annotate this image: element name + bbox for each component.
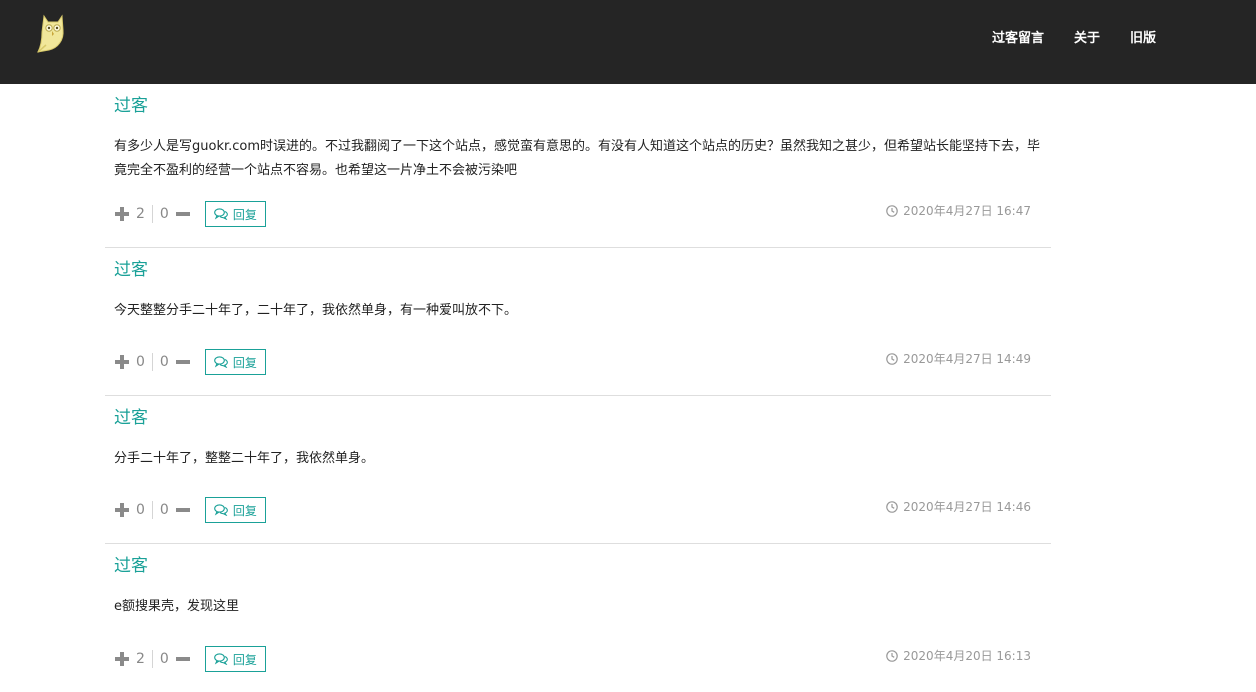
- minus-icon: [175, 503, 190, 517]
- vote-divider: [151, 353, 153, 371]
- comment-item: 过客 分手二十年了，整整二十年了，我依然单身。 0 0 回复 2020年4月27…: [105, 396, 1051, 544]
- nav-link-about[interactable]: 关于: [1074, 30, 1100, 48]
- clock-icon: [886, 352, 898, 365]
- reply-label: 回复: [232, 355, 257, 370]
- comment-content: 分手二十年了，整整二十年了，我依然单身。: [114, 451, 375, 466]
- reply-label: 回复: [232, 652, 257, 667]
- comment-list: 过客 有多少人是写guokr.com时误进的。不过我翻阅了一下这个站点，感觉蛮有…: [105, 84, 1051, 692]
- vote-divider: [151, 650, 153, 668]
- downvote-count: 0: [159, 354, 169, 370]
- reply-button[interactable]: 回复: [204, 646, 266, 672]
- chat-bubbles-icon: [213, 208, 228, 220]
- upvote-button[interactable]: 2: [115, 651, 145, 667]
- reply-label: 回复: [232, 503, 257, 518]
- reply-label: 回复: [232, 207, 257, 222]
- plus-icon: [115, 652, 129, 666]
- upvote-button[interactable]: 2: [115, 206, 145, 222]
- minus-icon: [175, 207, 190, 221]
- minus-icon: [175, 652, 190, 666]
- timestamp-text: 2020年4月27日 16:47: [903, 204, 1031, 218]
- upvote-count: 2: [136, 206, 145, 222]
- chat-bubbles-icon: [213, 504, 228, 516]
- plus-icon: [115, 355, 129, 369]
- plus-icon: [115, 503, 129, 517]
- downvote-count: 0: [159, 651, 169, 667]
- comment-timestamp: 2020年4月27日 14:49: [886, 350, 1031, 367]
- plus-icon: [115, 207, 129, 221]
- timestamp-text: 2020年4月20日 16:13: [903, 649, 1031, 663]
- downvote-button[interactable]: 0: [160, 502, 190, 518]
- comment-item: 过客 今天整整分手二十年了，二十年了，我依然单身，有一种爱叫放不下。 0 0 回…: [105, 248, 1051, 396]
- comment-author[interactable]: 过客: [114, 406, 1051, 430]
- downvote-count: 0: [159, 502, 169, 518]
- comment-actions: 0 0 回复: [115, 349, 266, 375]
- comment-content: e额搜果壳，发现这里: [114, 599, 239, 614]
- clock-icon: [886, 500, 898, 513]
- timestamp-text: 2020年4月27日 14:49: [903, 352, 1031, 366]
- comment-author[interactable]: 过客: [114, 94, 1051, 118]
- comment-timestamp: 2020年4月20日 16:13: [886, 647, 1031, 664]
- comment-item: 过客 e额搜果壳，发现这里 2 0 回复 2020年4月20日 16:13: [105, 544, 1051, 692]
- timestamp-text: 2020年4月27日 14:46: [903, 500, 1031, 514]
- nav-link-old-version[interactable]: 旧版: [1130, 30, 1156, 48]
- reply-button[interactable]: 回复: [204, 201, 266, 227]
- comment-author[interactable]: 过客: [114, 554, 1051, 578]
- comment-timestamp: 2020年4月27日 16:47: [886, 202, 1031, 219]
- vote-divider: [151, 501, 153, 519]
- comment-actions: 2 0 回复: [115, 646, 266, 672]
- comment-content: 今天整整分手二十年了，二十年了，我依然单身，有一种爱叫放不下。: [114, 303, 518, 318]
- reply-button[interactable]: 回复: [204, 497, 266, 523]
- upvote-count: 0: [136, 502, 145, 518]
- clock-icon: [886, 649, 898, 662]
- downvote-button[interactable]: 0: [160, 354, 190, 370]
- comment-actions: 2 0 回复: [115, 201, 266, 227]
- clock-icon: [886, 204, 898, 217]
- top-navbar: 过客留言 关于 旧版: [0, 0, 1256, 84]
- upvote-count: 2: [136, 651, 145, 667]
- minus-icon: [175, 355, 190, 369]
- comment-item: 过客 有多少人是写guokr.com时误进的。不过我翻阅了一下这个站点，感觉蛮有…: [105, 84, 1051, 248]
- comment-actions: 0 0 回复: [115, 497, 266, 523]
- downvote-button[interactable]: 0: [160, 651, 190, 667]
- nav-link-guestbook[interactable]: 过客留言: [992, 30, 1044, 48]
- comment-timestamp: 2020年4月27日 14:46: [886, 498, 1031, 515]
- reply-button[interactable]: 回复: [204, 349, 266, 375]
- upvote-button[interactable]: 0: [115, 354, 145, 370]
- downvote-button[interactable]: 0: [160, 206, 190, 222]
- downvote-count: 0: [159, 206, 169, 222]
- upvote-button[interactable]: 0: [115, 502, 145, 518]
- chat-bubbles-icon: [213, 356, 228, 368]
- owl-logo-icon[interactable]: [32, 12, 72, 54]
- upvote-count: 0: [136, 354, 145, 370]
- comment-content: 有多少人是写guokr.com时误进的。不过我翻阅了一下这个站点，感觉蛮有意思的…: [114, 139, 1041, 178]
- chat-bubbles-icon: [213, 653, 228, 665]
- comment-author[interactable]: 过客: [114, 258, 1051, 282]
- vote-divider: [151, 205, 153, 223]
